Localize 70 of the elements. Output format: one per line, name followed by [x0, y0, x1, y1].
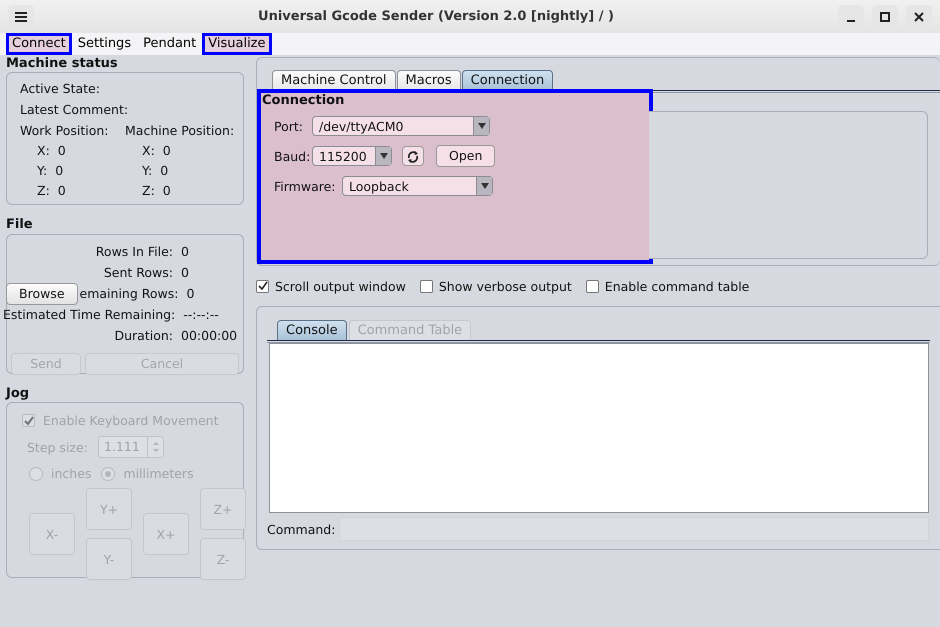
check-icon [258, 281, 268, 291]
axis-value: 0 [162, 143, 171, 158]
file-stat-value: 0 [180, 244, 190, 259]
file-stat-value: 0 [185, 286, 196, 301]
menu-item[interactable]: Connect [6, 33, 72, 55]
baud-dropdown[interactable]: 115200 [312, 146, 392, 166]
position-label: Work Position: [20, 123, 110, 138]
axis-label: Z: [37, 183, 50, 198]
firmware-dropdown[interactable]: Loopback [342, 176, 493, 196]
position-label: Machine Position: [125, 123, 234, 138]
menu-item[interactable]: Visualize [202, 33, 272, 55]
axis-value: 0 [162, 183, 171, 198]
section-title: File [5, 217, 34, 232]
tab[interactable]: Console [277, 320, 347, 340]
file-stat-label: Rows In File: [94, 244, 173, 259]
field-label: Port: [274, 118, 304, 134]
axis-value: 0 [55, 163, 64, 178]
dropdown-arrow-icon [478, 123, 486, 129]
option-checkbox[interactable] [256, 280, 269, 292]
file-stat-label: Estimated Time Remaining: [3, 307, 176, 322]
axis-label: X: [37, 143, 50, 158]
status-label: Latest Comment: [20, 102, 130, 117]
axis-label: Z: [142, 183, 155, 198]
menu-item[interactable]: Pendant [137, 33, 202, 55]
checkbox-label: Enable Keyboard Movement [43, 413, 218, 428]
section-title: Jog [4, 386, 30, 401]
option-checkbox[interactable] [586, 280, 599, 292]
radio-label: inches [51, 466, 92, 481]
refresh-button[interactable] [402, 146, 424, 166]
dropdown-arrow-icon [480, 183, 488, 189]
tab[interactable]: Machine Control [272, 70, 396, 90]
field-label: Command: [267, 522, 336, 536]
axis-label: X: [142, 143, 155, 158]
refresh-icon [406, 150, 420, 164]
file-stat-value: 00:00:00 [180, 328, 238, 343]
axis-value: 0 [160, 163, 168, 178]
option-checkbox[interactable] [420, 280, 433, 292]
tab[interactable]: Macros [396, 70, 461, 90]
axis-value: 0 [58, 143, 66, 158]
check-icon [24, 416, 34, 426]
menu-item[interactable]: Settings [72, 33, 138, 55]
minimize-icon [847, 20, 855, 22]
checkbox-label: Scroll output window [275, 278, 406, 294]
close-icon [914, 12, 924, 22]
radio-dot-icon [105, 470, 112, 476]
field-label: Baud: [274, 148, 312, 164]
maximize-icon [880, 12, 890, 22]
file-stat-label: Duration: [113, 328, 173, 343]
file-stat-value: 0 [180, 265, 190, 280]
browse-button[interactable]: Browse [6, 282, 78, 304]
radio-label: millimeters [123, 466, 194, 481]
axis-label: Y: [142, 163, 152, 178]
file-stat-label: Sent Rows: [102, 265, 173, 280]
checkbox-label: Enable command table [604, 278, 750, 294]
checkbox-label: Show verbose output [438, 278, 572, 294]
section-title: Machine status [5, 56, 119, 71]
axis-label: Y: [37, 163, 48, 178]
axis-value: 0 [58, 183, 66, 198]
port-dropdown[interactable]: /dev/ttyACM0 [312, 116, 490, 136]
field-label: Step size: [27, 440, 89, 454]
dropdown-arrow-icon [380, 153, 388, 159]
status-label: Active State: [20, 81, 101, 96]
menu-icon [15, 12, 27, 22]
section-title: Connection [262, 93, 346, 108]
field-label: Firmware: [274, 178, 336, 194]
file-stat-value: --:--:-- [182, 307, 220, 322]
window-title: Universal Gcode Sender (Version 2.0 [nightly] / ) [257, 9, 615, 24]
file-stat-label: emaining Rows: [80, 286, 178, 301]
tab[interactable]: Connection [462, 70, 554, 90]
open-button[interactable]: Open [436, 145, 496, 167]
